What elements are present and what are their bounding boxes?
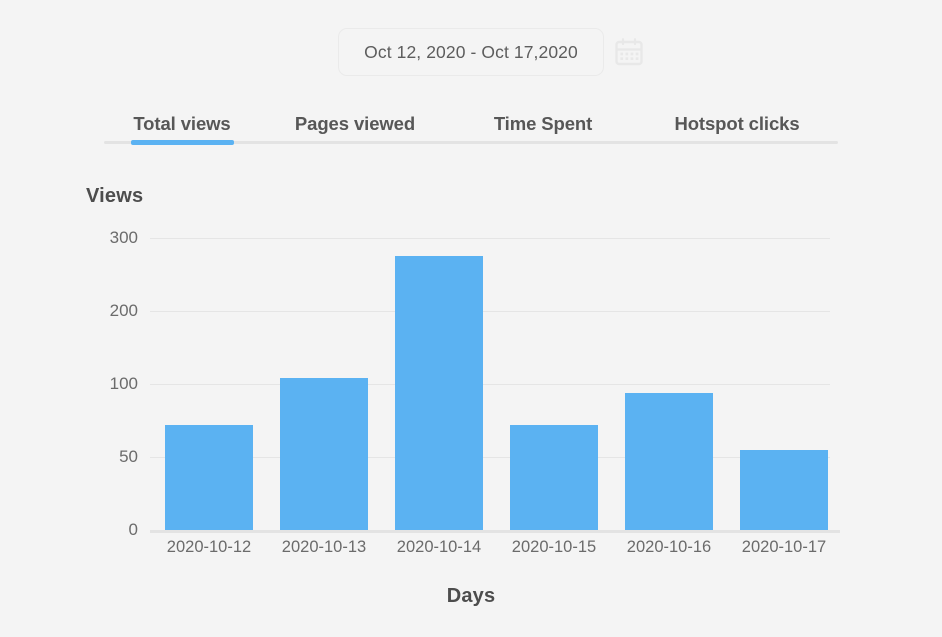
y-tick-label: 0 (128, 520, 138, 539)
tab-pages-viewed[interactable]: Pages viewed (260, 104, 450, 144)
y-tick-label: 200 (109, 301, 138, 320)
tab-label: Hotspot clicks (674, 113, 800, 134)
y-tick-label: 50 (119, 447, 138, 466)
tab-hotspot-clicks[interactable]: Hotspot clicks (636, 104, 838, 144)
tab-label: Total views (133, 113, 231, 134)
bar[interactable] (280, 378, 368, 530)
x-tick-label: 2020-10-17 (741, 538, 827, 556)
views-bar-chart: Views 0 50 100 200 300 2020-10-12 2020-10-13 2… (0, 160, 942, 637)
y-axis-title: Views (86, 185, 144, 207)
x-tick-label: 2020-10-12 (166, 538, 252, 556)
bar-series (150, 238, 830, 530)
x-tick-label: 2020-10-13 (281, 538, 367, 556)
plot-area: 0 50 100 200 300 2020-10-12 2020-10-13 2020-10… (110, 228, 840, 556)
bar[interactable] (625, 392, 713, 530)
analytics-page: Oct 12, 2020 - Oct 17,2020 Total views P… (0, 0, 942, 637)
x-tick-label: 2020-10-15 (511, 538, 597, 556)
bar[interactable] (740, 449, 828, 530)
bar[interactable] (165, 424, 253, 530)
y-tick-label: 300 (109, 228, 138, 247)
bar[interactable] (395, 256, 483, 530)
tab-total-views[interactable]: Total views (104, 104, 260, 144)
x-axis-title: Days (446, 585, 496, 607)
calendar-icon[interactable] (613, 36, 645, 68)
x-tick-label: 2020-10-14 (396, 538, 482, 556)
tab-label: Pages viewed (294, 113, 416, 134)
active-tab-indicator (131, 140, 234, 145)
x-axis-line (150, 530, 840, 533)
y-tick-label: 100 (109, 374, 138, 393)
tab-label: Time Spent (493, 113, 593, 134)
date-range-button[interactable]: Oct 12, 2020 - Oct 17,2020 (338, 28, 604, 76)
tab-time-spent[interactable]: Time Spent (450, 104, 636, 144)
x-tick-label: 2020-10-16 (626, 538, 712, 556)
bar[interactable] (510, 424, 598, 530)
date-range-row: Oct 12, 2020 - Oct 17,2020 (0, 28, 942, 76)
